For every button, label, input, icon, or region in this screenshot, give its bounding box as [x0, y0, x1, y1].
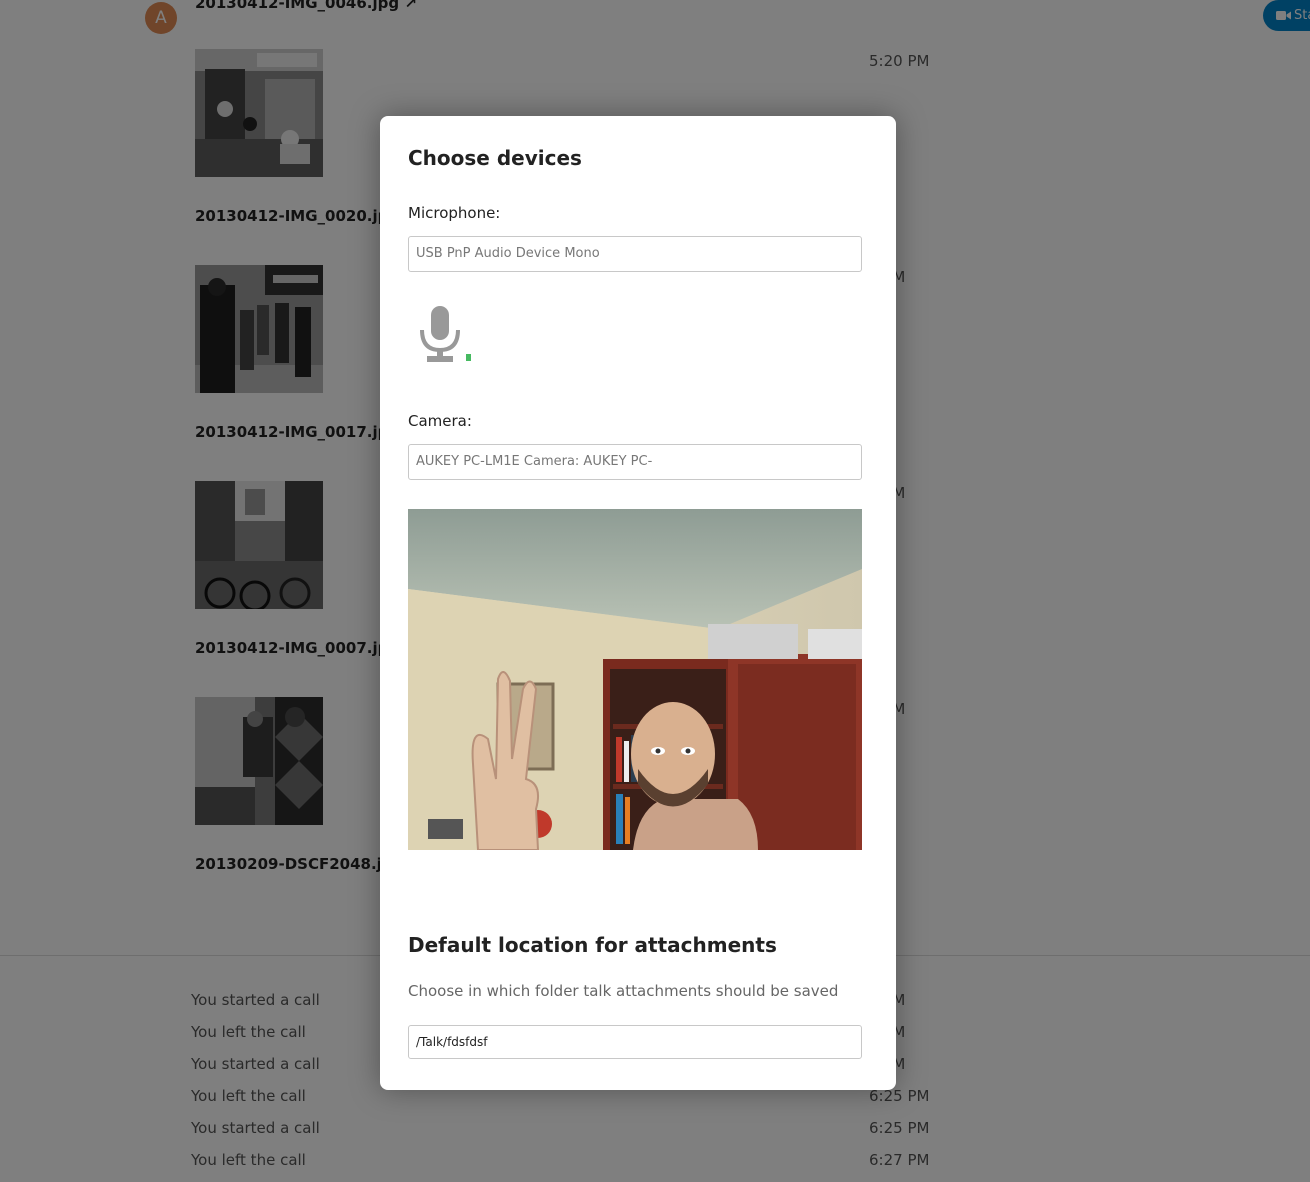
dialog-title: Choose devices: [408, 146, 582, 170]
camera-select[interactable]: AUKEY PC-LM1E Camera: AUKEY PC-: [408, 444, 862, 480]
device-settings-dialog: Choose devices Microphone: USB PnP Audio…: [380, 116, 896, 1090]
attachments-description: Choose in which folder talk attachments …: [408, 982, 839, 1000]
attachments-section-title: Default location for attachments: [408, 933, 777, 957]
microphone-label: Microphone:: [408, 204, 501, 222]
microphone-icon: [420, 306, 460, 362]
microphone-volume-indicator: [466, 354, 471, 361]
attachments-folder-input[interactable]: /Talk/fdsfdsf: [408, 1025, 862, 1059]
microphone-select[interactable]: USB PnP Audio Device Mono: [408, 236, 862, 272]
camera-preview: [408, 509, 862, 850]
camera-label: Camera:: [408, 412, 472, 430]
